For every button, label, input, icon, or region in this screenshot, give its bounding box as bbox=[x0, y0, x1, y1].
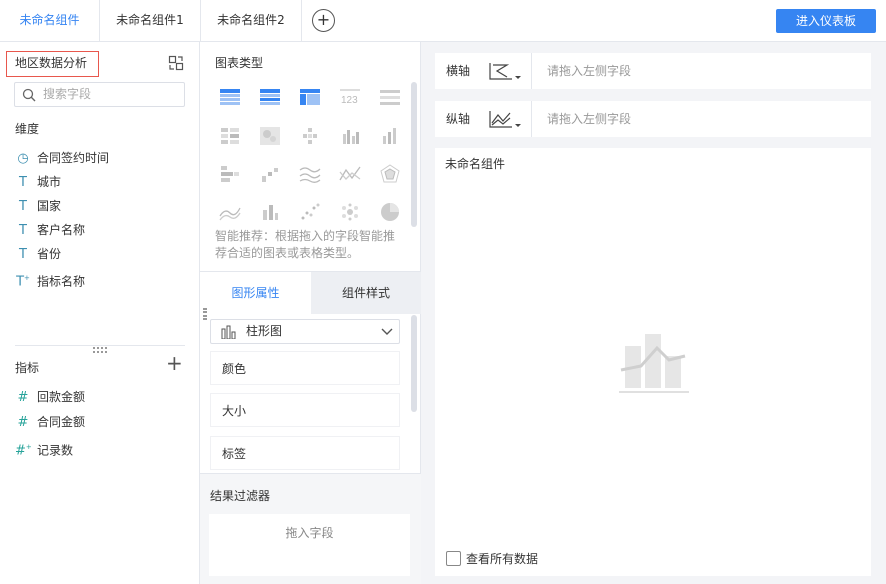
smart-recommend-hint: 智能推荐：根据拖入的字段智能推荐合适的图表或表格类型。 bbox=[215, 229, 396, 260]
measures-heading: 指标 bbox=[15, 361, 40, 375]
show-all-data-label[interactable]: 查看所有数据 bbox=[466, 550, 538, 567]
detail-table-icon[interactable] bbox=[379, 87, 401, 107]
area-chart-icon[interactable] bbox=[219, 202, 241, 222]
tab-component-style[interactable]: 组件样式 bbox=[311, 272, 421, 314]
chart-types-heading: 图表类型 bbox=[215, 56, 264, 70]
search-placeholder: 搜索字段 bbox=[43, 87, 92, 101]
widget-title[interactable]: 未命名组件 bbox=[445, 155, 505, 172]
bar-chart-icon[interactable] bbox=[379, 126, 401, 146]
line-chart-icon[interactable] bbox=[299, 164, 321, 184]
enter-dashboard-button[interactable]: 进入仪表板 bbox=[776, 9, 876, 33]
y-axis-label: 纵轴 bbox=[446, 112, 471, 126]
chart-types-scrollbar[interactable] bbox=[411, 82, 417, 227]
dataset-title[interactable]: 地区数据分析 bbox=[6, 51, 99, 77]
number-type-icon: # bbox=[17, 390, 29, 405]
add-tab-button[interactable]: + bbox=[312, 9, 335, 32]
text-type-icon: T bbox=[19, 223, 27, 238]
measure-field[interactable]: # 合同金额 bbox=[15, 412, 85, 432]
text-type-icon: T bbox=[19, 247, 27, 262]
bar-chart-icon bbox=[221, 325, 236, 339]
add-measure-button[interactable]: + bbox=[166, 353, 183, 373]
polyline-icon[interactable] bbox=[339, 164, 361, 184]
dimension-field[interactable]: T+ 指标名称 bbox=[15, 268, 85, 289]
tab-widget[interactable]: 未命名组件 bbox=[0, 0, 100, 41]
axis-separator bbox=[531, 53, 532, 89]
grouped-bar-icon[interactable] bbox=[339, 126, 361, 146]
dimension-field[interactable]: T 城市 bbox=[15, 172, 61, 192]
measure-field[interactable]: #+ 记录数 bbox=[15, 437, 73, 458]
empty-chart-placeholder-icon bbox=[619, 334, 689, 393]
field-search-input[interactable]: 搜索字段 bbox=[14, 82, 185, 107]
field-panel: 地区数据分析 搜索字段 维度 ◷ 合同签约时间 T 城市 T 国家 T 客户名称 T 省份… bbox=[0, 42, 200, 584]
result-filter-title: 结果过滤器 bbox=[210, 489, 271, 503]
y-axis-drop-zone[interactable]: 纵轴 请拖入左侧字段 bbox=[435, 101, 871, 137]
dimension-field[interactable]: T 国家 bbox=[15, 196, 61, 216]
x-axis-drop-hint: 请拖入左侧字段 bbox=[547, 64, 632, 78]
y-axis-type-icon[interactable] bbox=[488, 109, 522, 129]
text-type-icon: T bbox=[19, 199, 27, 214]
cross-table-icon[interactable] bbox=[299, 87, 321, 107]
chevron-down-icon bbox=[381, 328, 393, 335]
show-all-data-checkbox[interactable] bbox=[446, 551, 461, 566]
radar-icon[interactable] bbox=[379, 164, 401, 184]
top-tab-bar: 未命名组件 未命名组件1 未命名组件2 + 进入仪表板 bbox=[0, 0, 886, 42]
waterfall-icon[interactable] bbox=[259, 164, 281, 184]
panel-divider bbox=[15, 345, 185, 346]
group-table-icon[interactable] bbox=[259, 87, 281, 107]
dimensions-heading: 维度 bbox=[15, 122, 40, 136]
x-axis-label: 横轴 bbox=[446, 64, 471, 78]
stacked-column-icon[interactable] bbox=[259, 202, 281, 222]
color-property[interactable]: 颜色 bbox=[210, 351, 400, 385]
filter-drop-hint: 拖入字段 bbox=[285, 526, 334, 540]
scatter-icon[interactable] bbox=[299, 202, 321, 222]
y-axis-drop-hint: 请拖入左侧字段 bbox=[547, 112, 632, 126]
text-type-icon: T bbox=[19, 175, 27, 190]
label-property[interactable]: 标签 bbox=[210, 436, 400, 470]
stacked-bar-icon[interactable] bbox=[219, 164, 241, 184]
search-icon bbox=[22, 88, 36, 102]
table-icon[interactable] bbox=[219, 87, 241, 107]
tab-widget-1[interactable]: 未命名组件1 bbox=[100, 0, 201, 41]
calc-text-type-icon: T+ bbox=[16, 274, 30, 290]
dimension-field[interactable]: T 客户名称 bbox=[15, 220, 85, 240]
property-tabs: 图形属性 组件样式 bbox=[200, 271, 421, 314]
pie-chart-icon[interactable] bbox=[379, 202, 401, 222]
svg-text:123: 123 bbox=[341, 95, 358, 106]
bubble-icon[interactable] bbox=[339, 202, 361, 222]
result-filter-area: 结果过滤器 拖入字段 bbox=[200, 473, 421, 584]
calc-number-type-icon: #+ bbox=[15, 443, 32, 459]
resize-grip[interactable] bbox=[203, 308, 207, 320]
filter-drop-zone[interactable]: 拖入字段 bbox=[209, 514, 410, 576]
tab-widget-2[interactable]: 未命名组件2 bbox=[201, 0, 302, 41]
chart-canvas-panel: 横轴 请拖入左侧字段 纵轴 请拖入左侧字段 未命名组件 查看所有数据 bbox=[421, 42, 886, 584]
number-card-icon[interactable]: 123 bbox=[339, 87, 361, 107]
dimension-field[interactable]: T 省份 bbox=[15, 244, 61, 264]
x-axis-drop-zone[interactable]: 横轴 请拖入左侧字段 bbox=[435, 53, 871, 89]
chart-type-value: 柱形图 bbox=[246, 324, 283, 338]
heatmap-icon[interactable] bbox=[259, 126, 281, 146]
size-property[interactable]: 大小 bbox=[210, 393, 400, 427]
measure-field[interactable]: # 回款金额 bbox=[15, 387, 85, 407]
clock-icon: ◷ bbox=[17, 151, 29, 166]
property-scrollbar[interactable] bbox=[411, 315, 417, 412]
matrix-icon[interactable] bbox=[299, 126, 321, 146]
heat-table-icon[interactable] bbox=[219, 126, 241, 146]
dimension-field[interactable]: ◷ 合同签约时间 bbox=[15, 148, 109, 168]
resize-handle[interactable] bbox=[93, 347, 107, 353]
number-type-icon: # bbox=[17, 415, 29, 430]
x-axis-type-icon[interactable] bbox=[488, 61, 522, 81]
axis-separator bbox=[531, 101, 532, 137]
tab-graph-properties[interactable]: 图形属性 bbox=[200, 272, 311, 314]
switch-dataset-icon[interactable] bbox=[168, 55, 184, 71]
chart-type-select[interactable]: 柱形图 bbox=[210, 319, 400, 344]
widget-canvas: 未命名组件 查看所有数据 bbox=[435, 148, 871, 576]
chart-config-panel: 图表类型 123 智能推荐：根据拖入的字段智能推荐合适的图表或表格类型。 图形属… bbox=[200, 42, 421, 584]
